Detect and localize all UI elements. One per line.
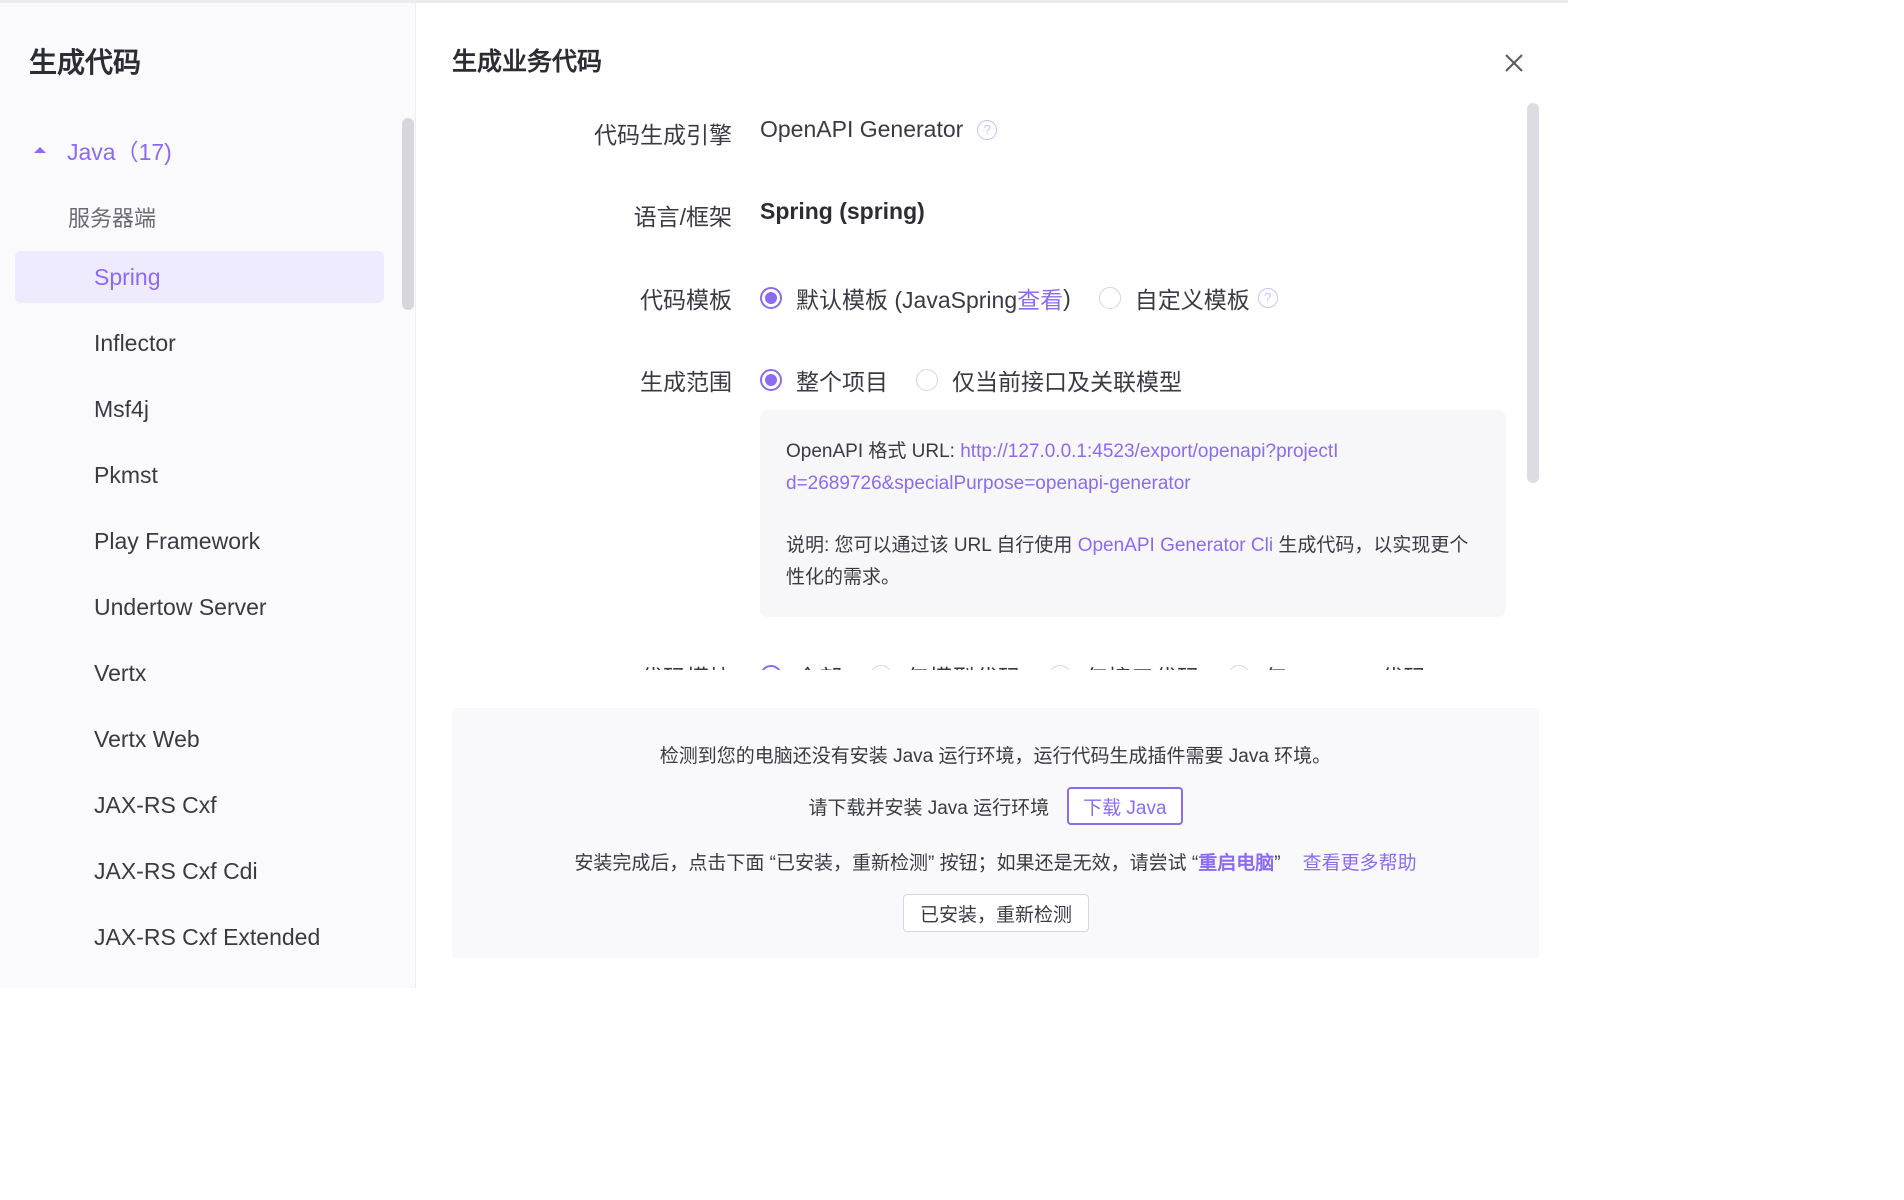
radio-checked-icon [760, 665, 782, 670]
sidebar-item-label: Spring [94, 263, 161, 290]
java-install-hint: 安装完成后，点击下面 “已安装，重新检测” 按钮；如果还是无效，请尝试 “重启电… [452, 848, 1539, 875]
module-label: 代码模块 [640, 659, 732, 670]
language-label: 语言/框架 [633, 204, 732, 230]
openapi-url-row: OpenAPI 格式 URL: http://127.0.0.1:4523/ex… [786, 436, 1346, 500]
template-default-label: 默认模板 (JavaSpring [796, 287, 1018, 313]
template-view-link[interactable]: 查看 [1017, 281, 1063, 315]
template-default-radio[interactable]: 默认模板 (JavaSpring 查看) [760, 281, 1071, 315]
sidebar-item-label: Msf4j [94, 395, 149, 422]
sidebar-item-vertx-web[interactable]: Vertx Web [15, 713, 384, 765]
openapi-note: 说明: 您可以通过该 URL 自行使用 OpenAPI Generator Cl… [786, 530, 1480, 594]
java-download-row: 请下载并安装 Java 运行环境 下载 Java [452, 787, 1539, 825]
language-value: Spring (spring) [760, 198, 925, 224]
radio-unchecked-icon [1098, 287, 1121, 309]
module-option-label: 全部 [796, 659, 842, 670]
module-api-radio[interactable]: 仅接口代码 [1049, 659, 1200, 670]
template-label: 代码模板 [640, 287, 732, 313]
download-java-button[interactable]: 下载 Java [1067, 787, 1183, 825]
sidebar-item-label: Play Framework [94, 527, 261, 554]
radio-checked-icon [760, 369, 782, 391]
module-option-label: 仅 Support 代码 [1264, 659, 1426, 670]
sidebar-item-label: Undertow Server [94, 593, 267, 620]
sidebar-item-label: JAX-RS Cxf Cdi [94, 857, 258, 884]
scope-options: 整个项目 仅当前接口及关联模型 [760, 363, 1182, 397]
page-title: 生成业务代码 [452, 48, 603, 76]
sidebar-item-label: JAX-RS Cxf [94, 791, 217, 818]
java-group-header[interactable]: Java（17) [34, 133, 172, 167]
server-subgroup-label: 服务器端 [68, 206, 157, 231]
scope-current-label: 仅当前接口及关联模型 [952, 369, 1182, 395]
sidebar-item-jaxrs-cxf-extended[interactable]: JAX-RS Cxf Extended [15, 911, 384, 963]
radio-unchecked-icon [916, 369, 938, 391]
scope-label: 生成范围 [640, 369, 732, 395]
main-scrollbar[interactable] [1527, 103, 1539, 483]
template-default-suffix: ) [1063, 284, 1071, 311]
template-custom-radio[interactable]: 自定义模板 [1098, 281, 1250, 315]
sidebar-item-label: Pkmst [94, 461, 158, 488]
module-option-label: 仅模型代码 [906, 659, 1021, 670]
openapi-info-box: OpenAPI 格式 URL: http://127.0.0.1:4523/ex… [760, 410, 1506, 617]
install-hint-prefix: 安装完成后，点击下面 “已安装，重新检测” 按钮；如果还是无效，请尝试 “ [574, 853, 1199, 874]
install-hint-suffix: ” [1274, 853, 1281, 874]
java-download-text: 请下载并安装 Java 运行环境 [808, 797, 1050, 819]
scope-whole-label: 整个项目 [796, 369, 888, 395]
close-icon [1505, 54, 1523, 72]
close-button[interactable] [1498, 47, 1530, 79]
sidebar-item-pkmst[interactable]: Pkmst [15, 449, 384, 501]
java-group-label: Java（17) [67, 139, 172, 165]
openapi-url-label: OpenAPI 格式 URL: [786, 441, 961, 462]
help-icon[interactable]: ? [1257, 288, 1278, 308]
module-all-radio[interactable]: 全部 [760, 659, 842, 670]
sidebar-item-undertow-server[interactable]: Undertow Server [15, 581, 384, 633]
sidebar-item-jaxrs-cxf-cdi[interactable]: JAX-RS Cxf Cdi [15, 845, 384, 897]
radio-unchecked-icon [1228, 665, 1250, 670]
module-support-radio[interactable]: 仅 Support 代码 [1228, 659, 1426, 670]
openapi-cli-link[interactable]: OpenAPI Generator Cli [1078, 535, 1273, 556]
scope-whole-radio[interactable]: 整个项目 [760, 363, 888, 397]
sidebar-item-jaxrs-cxf[interactable]: JAX-RS Cxf [15, 779, 384, 831]
java-env-panel: 检测到您的电脑还没有安装 Java 运行环境，运行代码生成插件需要 Java 环… [452, 708, 1539, 958]
sidebar-scrollbar[interactable] [402, 118, 414, 310]
module-model-radio[interactable]: 仅模型代码 [870, 659, 1021, 670]
openapi-note-prefix: 说明: 您可以通过该 URL 自行使用 [786, 535, 1078, 556]
radio-checked-icon [760, 287, 782, 309]
sidebar: 生成代码 Java（17) 服务器端 Spring Inflector Msf4… [0, 3, 416, 988]
sidebar-item-label: JAX-RS Cxf Extended [94, 923, 321, 950]
sidebar-title: 生成代码 [29, 47, 142, 78]
help-icon[interactable]: ? [977, 119, 998, 140]
template-custom-label: 自定义模板 [1134, 287, 1250, 313]
template-options: 默认模板 (JavaSpring 查看) 自定义模板 ? [760, 281, 1278, 315]
java-missing-text: 检测到您的电脑还没有安装 Java 运行环境，运行代码生成插件需要 Java 环… [659, 746, 1332, 767]
engine-value: OpenAPI Generator ? [760, 116, 998, 143]
sidebar-item-label: Vertx Web [94, 725, 200, 752]
more-help-link[interactable]: 查看更多帮助 [1303, 853, 1417, 874]
recheck-button[interactable]: 已安装，重新检测 [903, 894, 1089, 932]
sidebar-item-play-framework[interactable]: Play Framework [15, 515, 384, 567]
sidebar-item-vertx[interactable]: Vertx [15, 647, 384, 699]
module-option-label: 仅接口代码 [1085, 659, 1200, 670]
caret-up-icon [34, 147, 46, 153]
sidebar-item-spring[interactable]: Spring [15, 251, 384, 303]
radio-unchecked-icon [870, 665, 892, 670]
module-options: 全部 仅模型代码 仅接口代码 仅 Support 代码 [760, 659, 1426, 670]
engine-label: 代码生成引擎 [594, 122, 732, 148]
radio-unchecked-icon [1049, 665, 1071, 670]
scope-current-radio[interactable]: 仅当前接口及关联模型 [916, 363, 1182, 397]
sidebar-item-label: Inflector [94, 329, 176, 356]
restart-computer-text: 重启电脑 [1198, 853, 1275, 874]
engine-value-text: OpenAPI Generator [760, 116, 964, 142]
sidebar-item-msf4j[interactable]: Msf4j [15, 383, 384, 435]
sidebar-item-inflector[interactable]: Inflector [15, 317, 384, 369]
module-row-clipped: 代码模块 全部 仅模型代码 仅接口代码 仅 Support 代码 [0, 657, 1568, 670]
